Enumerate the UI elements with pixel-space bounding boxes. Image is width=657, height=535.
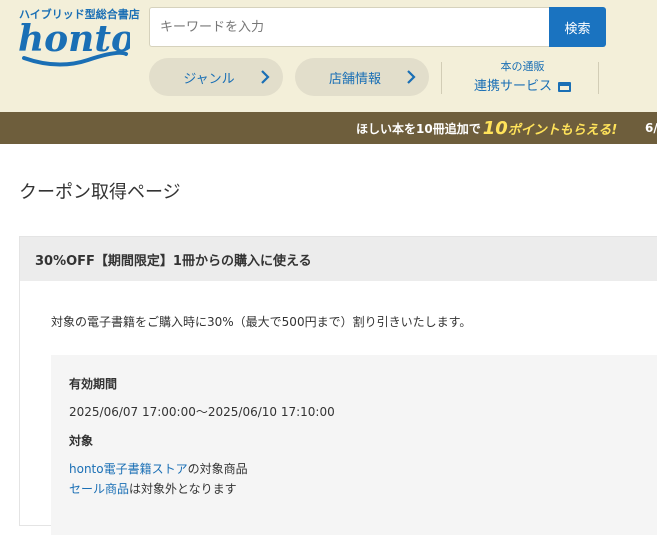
promo-highlight: 10ポイントもらえる! [483,118,618,139]
renkei-service-link[interactable]: 本の通販 連携サービス [450,59,595,99]
renkei-main-label: 連携サービス [473,79,552,94]
coupon-description: 対象の電子書籍をご購入時に30%（最大で500円まで）割り引きいたします。 [51,315,472,329]
search-button[interactable]: 検索 [549,7,606,47]
promo-banner[interactable]: ほしい本を10冊追加で 10ポイントもらえる! 6/ [0,112,657,144]
promo-highlight-text: ポイントもらえる! [507,122,618,138]
page-title: クーポン取得ページ [19,182,181,203]
nav-divider [441,62,442,94]
chevron-right-icon [407,70,416,84]
promo-highlight-num: 10 [482,117,508,139]
promo-prefix: ほしい本を10冊追加で [356,121,481,136]
honto-logo[interactable]: honto [18,18,130,70]
sale-suffix: は対象外となります [129,482,237,496]
nav-store-button[interactable]: 店舗情報 [295,58,429,96]
validity-label: 有効期間 [69,377,118,391]
promo-banner-text: ほしい本を10冊追加で 10ポイントもらえる! [356,112,619,144]
target-store-link[interactable]: honto電子書籍ストア [69,462,188,476]
nav-genre-button[interactable]: ジャンル [149,58,283,96]
site-header: ハイブリッド型総合書店 honto 検索 ジャンル 店舗情報 本の通販 連携サー… [0,0,657,112]
coupon-details: 有効期間 2025/06/07 17:00:00～2025/06/10 17:1… [51,355,657,535]
validity-value: 2025/06/07 17:00:00～2025/06/10 17:10:00 [69,405,335,419]
target-label: 対象 [69,434,94,448]
nav-store-label: 店舗情報 [328,71,381,87]
sale-exclusion-line: セール商品は対象外となります [69,480,237,497]
search-input[interactable] [149,7,549,47]
nav-genre-label: ジャンル [183,71,235,87]
nav-divider [598,62,599,94]
coupon-title: 30%OFF【期間限定】1冊からの購入に使える [20,237,657,281]
chevron-right-icon [261,70,270,84]
promo-next-text: 6/ [645,121,657,135]
renkei-top-label: 本の通販 [500,60,545,73]
card-icon [558,82,571,92]
coupon-card: 30%OFF【期間限定】1冊からの購入に使える 対象の電子書籍をご購入時に30%… [19,236,657,535]
target-line: honto電子書籍ストアの対象商品 [69,460,248,477]
target-suffix: の対象商品 [187,462,248,476]
sale-items-link[interactable]: セール商品 [69,482,129,496]
